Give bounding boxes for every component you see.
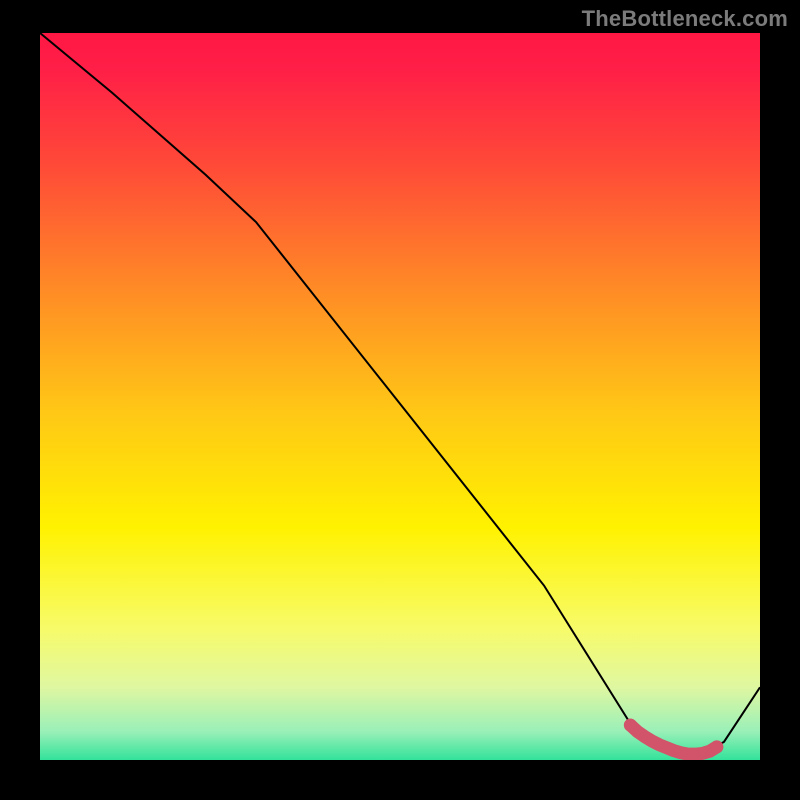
bottleneck-chart	[0, 0, 800, 800]
chart-stage: TheBottleneck.com	[0, 0, 800, 800]
gradient-background	[40, 33, 760, 760]
highlight-dot	[710, 740, 723, 753]
watermark-text: TheBottleneck.com	[582, 6, 788, 32]
